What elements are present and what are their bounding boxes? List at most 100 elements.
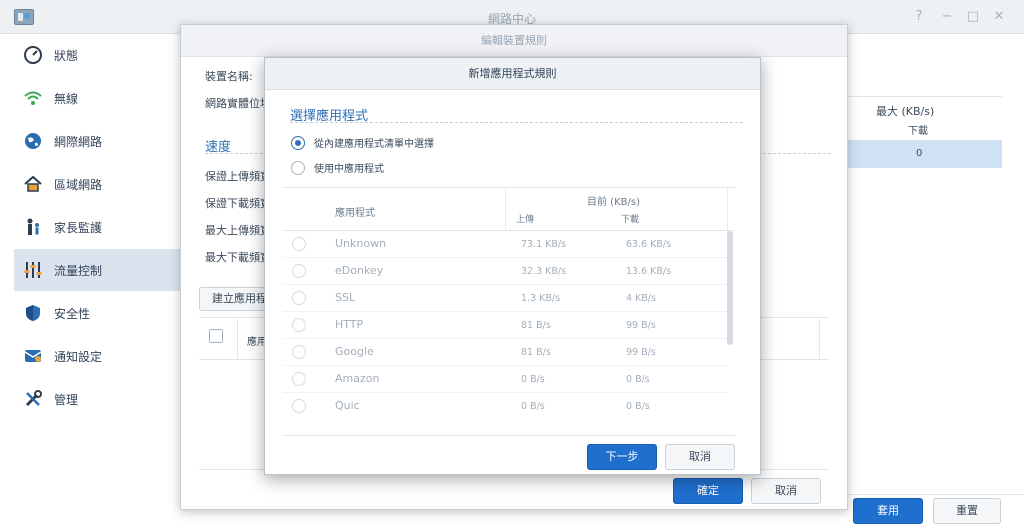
wifi-icon xyxy=(22,87,44,109)
radio-button[interactable] xyxy=(292,237,306,251)
sidebar-item-label: 無線 xyxy=(54,91,79,106)
upload-rate: 1.3 KB/s xyxy=(521,293,561,304)
column-divider xyxy=(727,188,728,230)
upload-rate: 73.1 KB/s xyxy=(521,239,567,250)
help-icon[interactable]: ? xyxy=(910,8,928,26)
table-row[interactable]: Unknown 73.1 KB/s 63.6 KB/s xyxy=(283,231,727,258)
add-app-rule-dialog: 新增應用程式規則 選擇應用程式 從內建應用程式清單中選擇 使用中應用程式 應用程… xyxy=(264,57,761,475)
table-row[interactable]: 0 xyxy=(846,140,1002,168)
section-divider xyxy=(290,122,743,123)
globe-icon xyxy=(22,130,44,152)
radio-button[interactable] xyxy=(292,345,306,359)
column-divider xyxy=(505,188,506,230)
shield-icon xyxy=(22,302,44,324)
builtin-list-option[interactable]: 從內建應用程式清單中選擇 xyxy=(291,135,434,150)
minimize-icon[interactable]: − xyxy=(938,8,956,26)
download-rate: 0 B/s xyxy=(626,401,650,412)
upload-rate: 81 B/s xyxy=(521,347,551,358)
cancel-button[interactable]: 取消 xyxy=(751,478,821,504)
option-label: 從內建應用程式清單中選擇 xyxy=(314,139,434,150)
table-row[interactable]: Amazon 0 B/s 0 B/s xyxy=(283,366,727,393)
sidebar-item-notification[interactable]: 通知設定 xyxy=(14,335,180,377)
dialog-footer: 下一步 取消 xyxy=(265,436,760,474)
device-name-label: 裝置名稱: xyxy=(205,70,253,83)
table-divider xyxy=(283,187,735,188)
close-icon[interactable]: ✕ xyxy=(990,8,1008,26)
notification-icon xyxy=(22,345,44,367)
guaranteed-download-label: 保證下載頻寬 xyxy=(205,197,271,210)
upload-column-header: 上傳 xyxy=(516,215,535,225)
sidebar-item-security[interactable]: 安全性 xyxy=(14,292,180,334)
maximize-icon[interactable]: □ xyxy=(964,8,982,26)
max-upload-label: 最大上傳頻寬 xyxy=(205,224,271,237)
dialog-title: 編輯裝置規則 xyxy=(181,25,847,57)
radio-button[interactable] xyxy=(292,399,306,413)
app-name: Amazon xyxy=(335,372,380,385)
sidebar-item-label: 通知設定 xyxy=(54,349,103,364)
download-column-header: 下載 xyxy=(908,126,928,137)
option-label: 使用中應用程式 xyxy=(314,164,384,175)
app-name: Google xyxy=(335,345,374,358)
app-name: Unknown xyxy=(335,237,387,250)
sidebar-item-parental-control[interactable]: 家長監護 xyxy=(14,206,180,248)
sidebar-item-management[interactable]: 管理 xyxy=(14,378,180,420)
download-rate: 99 B/s xyxy=(626,347,656,358)
sidebar-item-traffic-control[interactable]: 流量控制 xyxy=(14,249,180,291)
sidebar-item-internet[interactable]: 網際網路 xyxy=(14,120,180,162)
cancel-button[interactable]: 取消 xyxy=(665,444,735,470)
tools-icon xyxy=(22,388,44,410)
sidebar-item-label: 網際網路 xyxy=(54,134,103,149)
sidebar-item-label: 流量控制 xyxy=(54,263,103,278)
table-row[interactable]: SSL 1.3 KB/s 4 KB/s xyxy=(283,285,727,312)
app-name: HTTP xyxy=(335,318,364,331)
download-rate: 13.6 KB/s xyxy=(626,266,672,277)
sidebar-item-label: 家長監護 xyxy=(54,220,103,235)
guaranteed-upload-label: 保證上傳頻寬 xyxy=(205,170,271,183)
download-rate: 0 B/s xyxy=(626,374,650,385)
upload-rate: 0 B/s xyxy=(521,374,545,385)
radio-button[interactable] xyxy=(292,264,306,278)
ok-button[interactable]: 確定 xyxy=(673,478,743,504)
family-icon xyxy=(22,216,44,238)
download-rate: 63.6 KB/s xyxy=(626,239,672,250)
table-row[interactable]: HTTP 81 B/s 99 B/s xyxy=(283,312,727,339)
sliders-icon xyxy=(22,259,44,281)
column-divider xyxy=(819,319,820,359)
upload-rate: 81 B/s xyxy=(521,320,551,331)
radio-button[interactable] xyxy=(291,160,305,175)
next-button[interactable]: 下一步 xyxy=(587,444,657,470)
radio-button[interactable] xyxy=(292,291,306,305)
max-column-header: 最大 (KB/s) xyxy=(876,105,935,118)
in-use-option[interactable]: 使用中應用程式 xyxy=(291,160,384,175)
radio-button[interactable] xyxy=(291,135,305,150)
app-name: eDonkey xyxy=(335,264,384,277)
select-all-checkbox[interactable] xyxy=(209,329,223,343)
sidebar-item-lan[interactable]: 區域網路 xyxy=(14,163,180,205)
app-name: Quic xyxy=(335,399,360,412)
upload-rate: 32.3 KB/s xyxy=(521,266,567,277)
sidebar-item-status[interactable]: 狀態 xyxy=(14,34,180,76)
sidebar-item-wireless[interactable]: 無線 xyxy=(14,77,180,119)
mac-address-label: 網路實體位址 xyxy=(205,97,271,110)
rule-table-header: 最大 (KB/s) 下載 xyxy=(846,96,1002,140)
app-column-header: 應用程式 xyxy=(335,208,375,219)
download-rate: 99 B/s xyxy=(626,320,656,331)
current-column-header: 目前 (KB/s) xyxy=(587,197,640,208)
radio-button[interactable] xyxy=(292,318,306,332)
scrollbar[interactable] xyxy=(727,231,733,345)
max-download-value: 0 xyxy=(916,148,923,159)
table-row[interactable]: Quic 0 B/s 0 B/s xyxy=(283,393,727,420)
sidebar-item-label: 區域網路 xyxy=(54,177,103,192)
sidebar: 狀態 無線 網際網路 區域網路 家長監護 流量控制 安全性 通知設定 管理 xyxy=(0,34,180,532)
reset-button[interactable]: 重置 xyxy=(933,498,1001,524)
radio-button[interactable] xyxy=(292,372,306,386)
max-download-label: 最大下載頻寬 xyxy=(205,251,271,264)
home-icon xyxy=(22,173,44,195)
table-row[interactable]: eDonkey 32.3 KB/s 13.6 KB/s xyxy=(283,258,727,285)
apply-button[interactable]: 套用 xyxy=(853,498,923,524)
download-rate: 4 KB/s xyxy=(626,293,656,304)
table-row[interactable]: Google 81 B/s 99 B/s xyxy=(283,339,727,366)
gauge-icon xyxy=(22,44,44,66)
dialog-title: 新增應用程式規則 xyxy=(265,58,760,90)
upload-rate: 0 B/s xyxy=(521,401,545,412)
